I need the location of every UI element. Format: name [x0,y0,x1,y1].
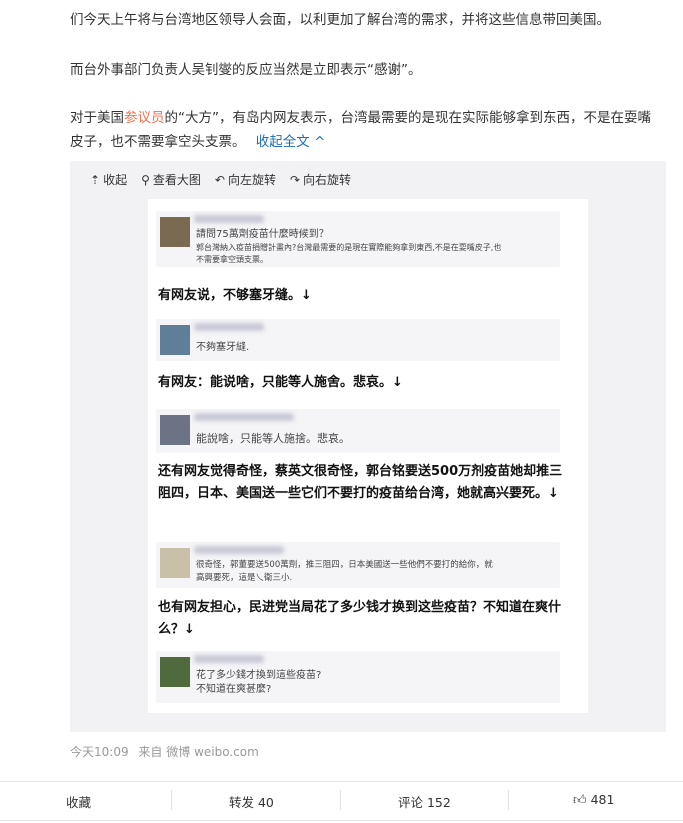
blurred-username [194,655,264,663]
rotate-right-icon: ↷ [289,172,301,187]
blurred-username [194,323,264,331]
screenshot-image[interactable]: 請問75萬劑疫苗什麼時候到？ 郭台灣納入疫苗捐贈計畫內?台灣最需要的是現在實際能… [148,199,588,713]
divider [508,790,509,810]
post-text: 不需要拿空頭支票。 [196,255,268,264]
quoted-post: 不夠塞牙縫. [156,319,560,361]
article-paragraph: 对于美国参议员的“大方”，有岛内网友表示，台湾最需要的是现在实际能够拿到东西，不… [70,106,660,154]
post-source[interactable]: 微博 weibo.com [166,745,259,759]
avatar [160,217,190,247]
favorite-button[interactable]: 收藏 [66,792,91,811]
collapse-image-button[interactable]: ⇡ 收起 [90,171,127,188]
post-meta: 今天10:09 来自 微博 weibo.com [70,743,259,760]
avatar [160,325,190,355]
like-count: 481 [590,792,615,807]
collapse-fulltext-link[interactable]: 收起全文 ^ [256,134,326,150]
paragraph-text: 对于美国 [70,110,124,126]
rotate-right-button[interactable]: ↷ 向右旋转 [290,171,351,188]
thumbs-up-icon: 👍︎ [573,793,587,808]
post-text: 高興要死，這是乀衛三小. [196,573,293,583]
post-text: 請問75萬劑疫苗什麼時候到？ [196,229,329,240]
post-text: 不夠塞牙縫. [196,342,250,353]
caption: 也有网友担心，民进党当局花了多少钱才换到这些疫苗？不知道在爽什么？↓ [158,600,562,637]
quoted-post: 能說啥，只能等人施捨。悲哀。 [156,409,560,453]
blurred-username [194,413,294,421]
caption: 还有网友觉得奇怪，蔡英文很奇怪，郭台铭要送500万剂疫苗她却推三阻四，日本、美国… [158,464,563,501]
repost-button[interactable]: 转发 40 [229,792,274,811]
post-text: 花了多少錢才換到這些疫苗? [196,670,322,681]
image-viewer: ⇡ 收起 ⚲ 查看大图 ↶ 向左旋转 ↷ 向右旋转 請問75萬劑疫苗什麼時候到？ 郭台灣… [70,161,666,732]
quoted-post: 花了多少錢才換到這些疫苗? 不知道在爽甚麼? [156,651,560,703]
post-text: 很奇怪，郭董要送500萬劑，推三阻四，日本美國送一些他們不要打的給你，就 [196,560,493,570]
post-time[interactable]: 今天10:09 [70,745,129,759]
article-paragraph: 们今天上午将与台湾地区领导人会面，以利更加了解台湾的需求，并将这些信息带回美国。 [70,12,610,28]
divider [340,790,341,810]
avatar [160,657,190,687]
article-paragraph: 而台外事部门负责人吴钊燮的反应当然是立即表示“感谢”。 [70,62,422,78]
action-bar: 收藏 转发 40 评论 152 👍︎ 481 [0,781,683,821]
caption: 有网友：能说啥，只能等人施舍。悲哀。↓ [158,375,403,390]
post-text: 能說啥，只能等人施捨。悲哀。 [196,432,350,445]
senator-link[interactable]: 参议员 [124,110,165,126]
rotate-left-button[interactable]: ↶ 向左旋转 [215,171,276,188]
quoted-post: 很奇怪，郭董要送500萬劑，推三阻四，日本美國送一些他們不要打的給你，就 高興要… [156,542,560,588]
avatar [160,415,190,445]
divider [171,790,172,810]
avatar [160,548,190,578]
view-large-button[interactable]: ⚲ 查看大图 [141,171,201,188]
caption: 有网友说，不够塞牙缝。↓ [158,288,312,303]
image-toolbar: ⇡ 收起 ⚲ 查看大图 ↶ 向左旋转 ↷ 向右旋转 [90,171,351,188]
post-text: 不知道在爽甚麼? [196,684,272,695]
rotate-left-icon: ↶ [214,172,225,187]
like-button[interactable]: 👍︎ 481 [573,792,614,808]
chevron-up-icon: ^ [309,134,326,150]
comment-button[interactable]: 评论 152 [398,792,451,811]
quoted-post: 請問75萬劑疫苗什麼時候到？ 郭台灣納入疫苗捐贈計畫內?台灣最需要的是現在實際能… [156,211,560,267]
arrow-up-icon: ⇡ [90,172,101,187]
blurred-username [194,546,284,554]
source-prefix: 来自 [138,745,163,759]
blurred-username [194,215,264,223]
magnifier-icon: ⚲ [141,172,150,187]
